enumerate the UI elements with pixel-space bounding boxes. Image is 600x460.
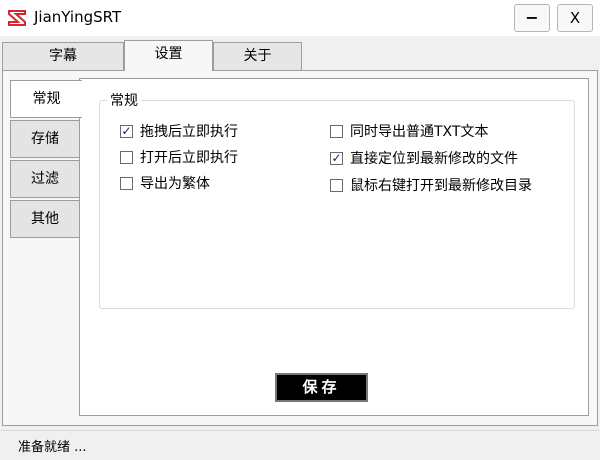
tab-settings[interactable]: 设置 bbox=[124, 40, 213, 71]
checkbox-run-after-open[interactable] bbox=[120, 150, 133, 164]
option-label: 直接定位到最新修改的文件 bbox=[350, 151, 518, 167]
side-tab-general[interactable]: 常规 bbox=[10, 80, 82, 118]
checkbox-right-click-open-dir[interactable] bbox=[330, 178, 343, 192]
side-tab-other[interactable]: 其他 bbox=[10, 200, 80, 238]
side-tab-filter[interactable]: 过滤 bbox=[10, 160, 80, 198]
save-button[interactable]: 保存 bbox=[275, 373, 368, 402]
checkbox-run-after-drag[interactable]: ✓ bbox=[120, 124, 133, 138]
side-tab-storage[interactable]: 存储 bbox=[10, 120, 80, 158]
option-label: 同时导出普通TXT文本 bbox=[350, 124, 489, 140]
minimize-button[interactable]: − bbox=[514, 4, 550, 32]
title-bar: JianYingSRT − X bbox=[0, 0, 600, 36]
group-title: 常规 bbox=[107, 90, 141, 110]
option-locate-latest-file[interactable]: ✓ 直接定位到最新修改的文件 bbox=[330, 149, 518, 167]
close-button[interactable]: X bbox=[557, 4, 593, 32]
option-run-after-drag[interactable]: ✓ 拖拽后立即执行 bbox=[120, 122, 238, 140]
checkbox-export-traditional[interactable] bbox=[120, 176, 133, 190]
option-label: 打开后立即执行 bbox=[140, 150, 238, 166]
option-export-txt[interactable]: 同时导出普通TXT文本 bbox=[330, 122, 488, 140]
status-bar: 准备就绪 ... bbox=[0, 430, 600, 460]
checkbox-export-txt[interactable] bbox=[330, 124, 343, 138]
window-title: JianYingSRT bbox=[34, 8, 122, 26]
status-text: 准备就绪 ... bbox=[18, 440, 87, 455]
option-right-click-open-dir[interactable]: 鼠标右键打开到最新修改目录 bbox=[330, 176, 532, 194]
app-logo-icon bbox=[8, 10, 26, 26]
option-label: 鼠标右键打开到最新修改目录 bbox=[350, 178, 532, 194]
option-export-traditional[interactable]: 导出为繁体 bbox=[120, 174, 210, 192]
checkbox-locate-latest-file[interactable]: ✓ bbox=[330, 151, 343, 165]
tab-about[interactable]: 关于 bbox=[213, 42, 302, 70]
option-label: 拖拽后立即执行 bbox=[140, 124, 238, 140]
option-run-after-open[interactable]: 打开后立即执行 bbox=[120, 148, 238, 166]
option-label: 导出为繁体 bbox=[140, 176, 210, 192]
tab-subtitles[interactable]: 字幕 bbox=[2, 42, 124, 70]
